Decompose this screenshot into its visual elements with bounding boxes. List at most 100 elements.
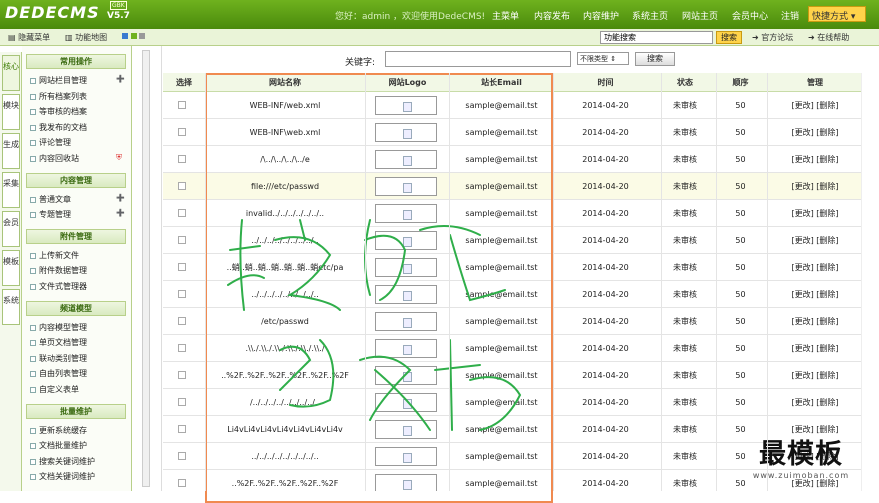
function-search-input[interactable]: [600, 31, 713, 44]
search-button[interactable]: 搜索: [635, 52, 675, 66]
sidebar-item[interactable]: 搜索关键词维护: [30, 456, 95, 467]
nav-system-home[interactable]: 系统主页: [632, 9, 668, 22]
row-checkbox[interactable]: [178, 236, 186, 244]
row-checkbox[interactable]: [178, 452, 186, 460]
sidebar-item[interactable]: 内容回收站: [30, 153, 79, 164]
doc-icon: [30, 355, 36, 362]
sidebar-item[interactable]: 更新系统缓存: [30, 425, 87, 436]
row-checkbox[interactable]: [178, 479, 186, 487]
keyword-input[interactable]: [385, 51, 571, 67]
sidebar-item[interactable]: 自定义表单: [30, 384, 79, 395]
row-checkbox[interactable]: [178, 155, 186, 163]
nav-publish[interactable]: 内容发布: [534, 9, 570, 22]
sidebar-group-header[interactable]: 批量维护: [26, 403, 126, 419]
quick-menu-button[interactable]: 快捷方式 ▾: [808, 6, 866, 22]
scroll-track[interactable]: [142, 50, 150, 487]
status-cell: 未审核: [673, 290, 697, 299]
hide-menu-button[interactable]: ▤ 隐藏菜单: [8, 32, 50, 43]
sidebar-item-label: 文档批量维护: [39, 441, 87, 451]
green-skin-icon[interactable]: [130, 33, 137, 39]
row-checkbox[interactable]: [178, 209, 186, 217]
sidebar-item[interactable]: 等审核的档案: [30, 106, 87, 117]
sidebar-group-header[interactable]: 附件管理: [26, 228, 126, 244]
broken-image-icon: [375, 177, 437, 196]
add-icon[interactable]: ➕: [116, 194, 125, 202]
manage-links[interactable]: [更改] [删除]: [769, 281, 861, 308]
add-icon[interactable]: ➕: [116, 75, 125, 83]
table-row: ../../../../../../../../.. sample@email.t…: [163, 281, 861, 308]
manage-links[interactable]: [更改] [删除]: [769, 92, 861, 119]
order-cell: 50: [735, 209, 746, 218]
site-name-cell: Li4vLi4vLi4vLi4vLi4vLi4vLi4v: [227, 425, 343, 434]
sidebar-item[interactable]: 文件式管理器: [30, 281, 87, 292]
manage-links[interactable]: [更改] [删除]: [769, 119, 861, 146]
vtab-core[interactable]: 核心: [2, 55, 20, 91]
vtab-template[interactable]: 模板: [2, 250, 20, 286]
gray-skin-icon[interactable]: [139, 33, 146, 39]
vtab-system[interactable]: 系统: [2, 289, 20, 325]
row-checkbox[interactable]: [178, 290, 186, 298]
type-select[interactable]: 不限类型 ⇕: [577, 52, 629, 65]
sidebar-item[interactable]: 所有档案列表: [30, 91, 87, 102]
vtab-generate[interactable]: 生成: [2, 133, 20, 169]
email-cell: sample@email.tst: [465, 398, 538, 407]
broken-image-icon: [375, 231, 437, 250]
sidebar-item[interactable]: 我发布的文档: [30, 122, 87, 133]
sidebar-group-header[interactable]: 内容管理: [26, 172, 126, 188]
row-checkbox[interactable]: [178, 263, 186, 271]
nav-main-menu[interactable]: 主菜单: [492, 9, 519, 22]
row-checkbox[interactable]: [178, 182, 186, 190]
nav-member-center[interactable]: 会员中心: [732, 9, 768, 22]
sidebar-item[interactable]: 联动类别管理: [30, 353, 87, 364]
row-checkbox[interactable]: [178, 344, 186, 352]
sidebar-item-label: 文档关键词维护: [39, 472, 95, 482]
skin-swatches[interactable]: [122, 32, 146, 41]
row-checkbox[interactable]: [178, 371, 186, 379]
manage-links[interactable]: [更改] [删除]: [769, 200, 861, 227]
sidebar-group-header[interactable]: 常用操作: [26, 54, 126, 69]
sidebar-item[interactable]: 单页文档管理: [30, 337, 87, 348]
row-checkbox[interactable]: [178, 398, 186, 406]
sidebar-item[interactable]: 网站栏目管理: [30, 75, 87, 86]
sidebar-item-label: 更新系统缓存: [39, 425, 87, 435]
vtab-module[interactable]: 模块: [2, 94, 20, 130]
row-checkbox[interactable]: [178, 317, 186, 325]
row-checkbox[interactable]: [178, 128, 186, 136]
nav-site-home[interactable]: 网站主页: [682, 9, 718, 22]
add-icon[interactable]: ➕: [116, 209, 125, 217]
manage-links[interactable]: [更改] [删除]: [769, 173, 861, 200]
manage-links[interactable]: [更改] [删除]: [769, 146, 861, 173]
vtab-collect[interactable]: 采集: [2, 172, 20, 208]
manage-links[interactable]: [更改] [删除]: [769, 335, 861, 362]
sidebar-item[interactable]: 附件数据管理: [30, 265, 87, 276]
manage-links[interactable]: [更改] [删除]: [769, 254, 861, 281]
sidebar-item[interactable]: 内容模型管理: [30, 322, 87, 333]
manage-links[interactable]: [更改] [删除]: [769, 362, 861, 389]
sidebar-item[interactable]: 上传新文件: [30, 250, 79, 261]
vtab-member[interactable]: 会员: [2, 211, 20, 247]
sidebar-item[interactable]: 普通文章: [30, 194, 71, 205]
online-help-link[interactable]: ➜ 在线帮助: [808, 32, 849, 43]
chevron-updown-icon: ⇕: [610, 55, 617, 63]
manage-links[interactable]: [更改] [删除]: [769, 227, 861, 254]
official-forum-link[interactable]: ➜ 官方论坛: [752, 32, 793, 43]
manage-links[interactable]: [更改] [删除]: [769, 308, 861, 335]
sidebar-scrollbar[interactable]: [132, 46, 162, 491]
sidebar-group-header[interactable]: 频道模型: [26, 300, 126, 316]
manage-links[interactable]: [更改] [删除]: [769, 389, 861, 416]
site-name-cell: ../../../../../../../../..: [251, 290, 319, 299]
sidebar-item[interactable]: 专题管理: [30, 209, 71, 220]
row-checkbox[interactable]: [178, 425, 186, 433]
sidebar-item[interactable]: 自由列表管理: [30, 368, 87, 379]
broken-image-icon: [375, 204, 437, 223]
nav-logout[interactable]: 注销: [781, 9, 799, 22]
nav-maintain[interactable]: 内容维护: [583, 9, 619, 22]
status-cell: 未审核: [673, 479, 697, 488]
blue-skin-icon[interactable]: [122, 33, 128, 39]
function-search-button[interactable]: 搜索: [716, 31, 742, 44]
row-checkbox[interactable]: [178, 101, 186, 109]
sidebar-item[interactable]: 文档批量维护: [30, 440, 87, 451]
sidebar-item[interactable]: 文档关键词维护: [30, 471, 95, 482]
site-map-button[interactable]: ▥ 功能地图: [65, 32, 107, 43]
sidebar-item[interactable]: 评论管理: [30, 137, 71, 148]
